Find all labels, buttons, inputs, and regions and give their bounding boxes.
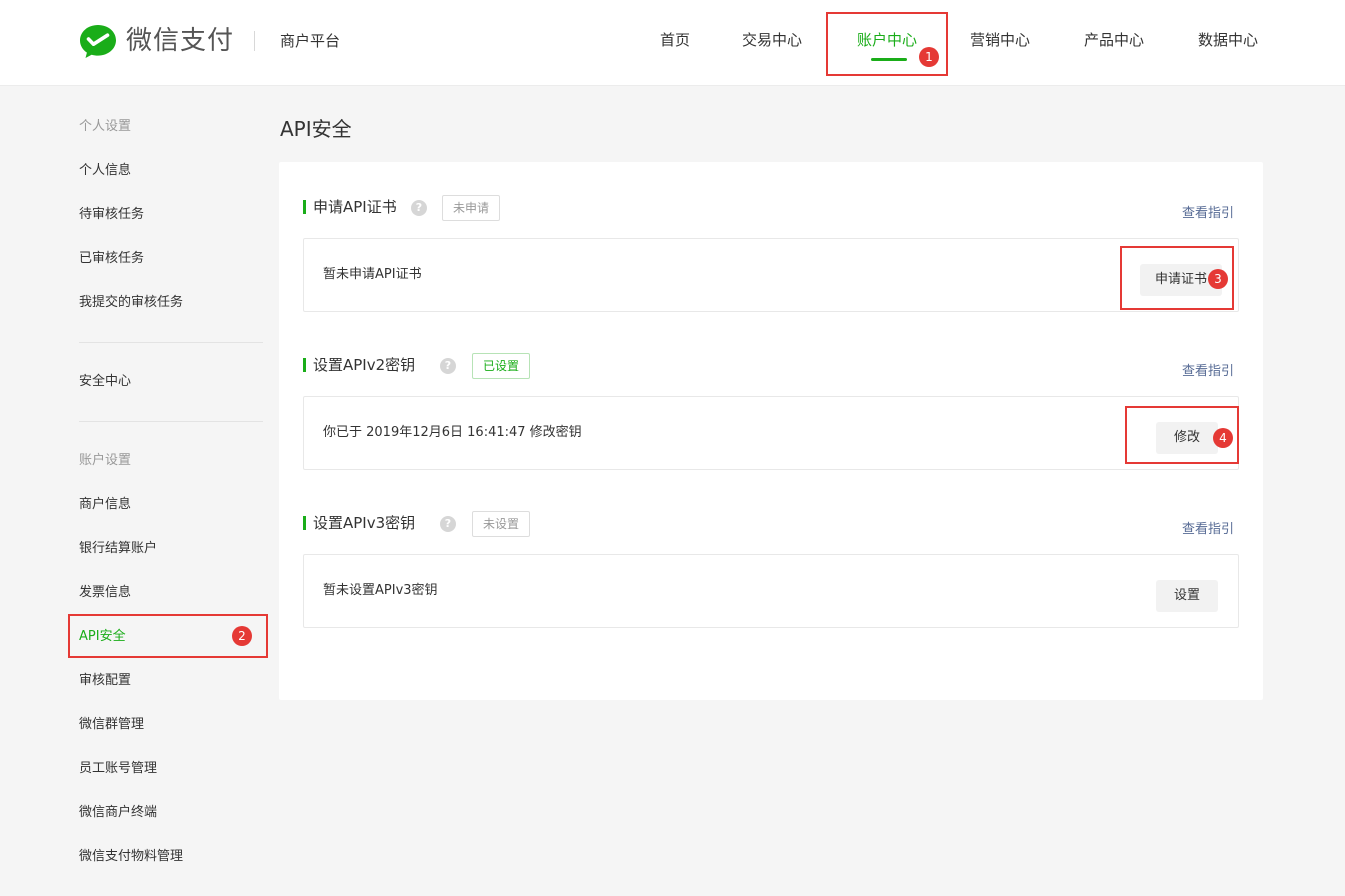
- nav-trade-center[interactable]: 交易中心: [742, 29, 802, 51]
- section-text-apiv2: 你已于 2019年12月6日 16:41:47 修改密钥: [323, 425, 582, 440]
- logo-divider: [254, 31, 255, 51]
- section-title-apiv3: 设置APIv3密钥: [313, 514, 416, 532]
- sidebar-item-reviewed[interactable]: 已审核任务: [79, 251, 144, 267]
- sidebar-item-wechat-group[interactable]: 微信群管理: [79, 717, 144, 733]
- top-header: 微信支付 商户平台 首页 交易中心 账户中心 营销中心 产品中心 数据中心: [0, 0, 1345, 86]
- sidebar-item-staff-accounts[interactable]: 员工账号管理: [79, 761, 157, 777]
- wechat-pay-logo-icon[interactable]: [78, 22, 118, 62]
- sidebar-item-my-submitted[interactable]: 我提交的审核任务: [79, 295, 183, 311]
- sidebar-group-account: 账户设置: [79, 453, 132, 468]
- section-title-apiv2: 设置APIv2密钥: [313, 356, 416, 374]
- section-text-apiv3: 暂未设置APIv3密钥: [323, 583, 438, 598]
- logo-text: 微信支付: [126, 26, 235, 56]
- nav-product-center[interactable]: 产品中心: [1084, 29, 1144, 51]
- sidebar-group-personal: 个人设置: [79, 119, 132, 134]
- platform-name: 商户平台: [280, 32, 341, 50]
- sidebar-item-personal-info[interactable]: 个人信息: [79, 163, 131, 179]
- sidebar-item-materials[interactable]: 微信支付物料管理: [79, 849, 183, 865]
- annotation-badge-1: 1: [919, 47, 939, 67]
- status-badge-apiv3: 未设置: [472, 511, 531, 537]
- sidebar-divider: [79, 421, 263, 422]
- sidebar-item-invoice-info[interactable]: 发票信息: [79, 585, 131, 601]
- sidebar-item-merchant-info[interactable]: 商户信息: [79, 497, 131, 513]
- sidebar-item-terminal[interactable]: 微信商户终端: [79, 805, 157, 821]
- guide-link-cert[interactable]: 查看指引: [1182, 206, 1234, 222]
- sidebar-item-bank-account[interactable]: 银行结算账户: [79, 541, 157, 557]
- sidebar-item-review-config[interactable]: 审核配置: [79, 673, 131, 689]
- nav-home[interactable]: 首页: [660, 29, 690, 51]
- annotation-badge-3: 3: [1208, 269, 1228, 289]
- page-title: API安全: [280, 117, 352, 141]
- section-text-cert: 暂未申请API证书: [323, 267, 422, 282]
- nav-data-center[interactable]: 数据中心: [1198, 29, 1258, 51]
- status-badge-cert: 未申请: [442, 195, 501, 221]
- nav-marketing-center[interactable]: 营销中心: [970, 29, 1030, 51]
- section-accent-bar: [303, 516, 306, 530]
- status-badge-apiv2: 已设置: [472, 353, 531, 379]
- help-icon[interactable]: ?: [440, 358, 456, 374]
- section-accent-bar: [303, 200, 306, 214]
- annotation-badge-2: 2: [232, 626, 252, 646]
- section-box-apiv3: [303, 554, 1239, 628]
- sidebar-item-security-center[interactable]: 安全中心: [79, 374, 131, 390]
- guide-link-apiv3[interactable]: 查看指引: [1182, 522, 1234, 538]
- section-box-cert: [303, 238, 1239, 312]
- set-key-button[interactable]: 设置: [1156, 580, 1218, 612]
- annotation-badge-4: 4: [1213, 428, 1233, 448]
- guide-link-apiv2[interactable]: 查看指引: [1182, 364, 1234, 380]
- help-icon[interactable]: ?: [411, 200, 427, 216]
- sidebar-divider: [79, 342, 263, 343]
- section-title-cert: 申请API证书: [313, 198, 397, 216]
- help-icon[interactable]: ?: [440, 516, 456, 532]
- section-accent-bar: [303, 358, 306, 372]
- sidebar-item-pending-review[interactable]: 待审核任务: [79, 207, 144, 223]
